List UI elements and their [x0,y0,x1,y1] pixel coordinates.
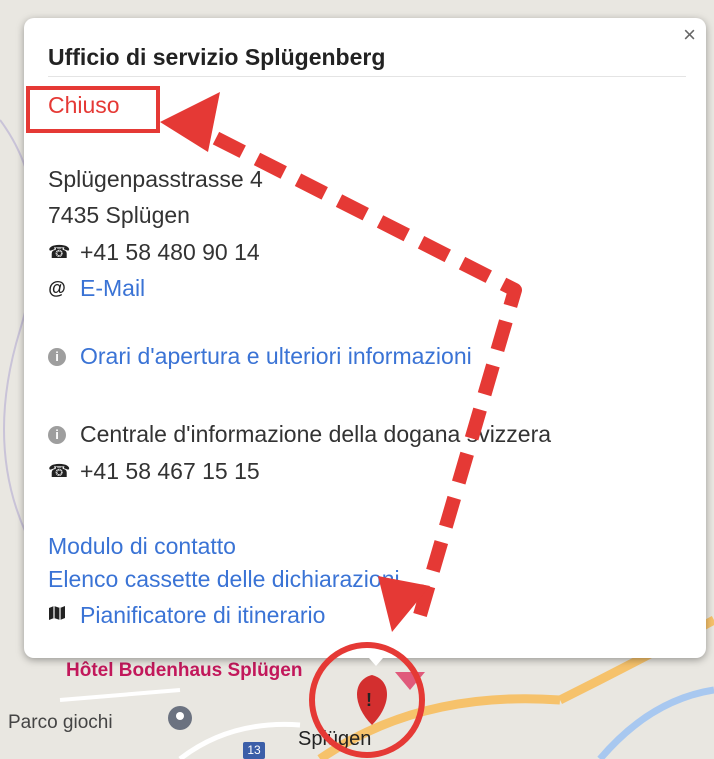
address-street: Splügenpasstrasse 4 [48,166,263,192]
title-divider [48,76,686,77]
contact-form-link[interactable]: Modulo di contatto [48,533,236,560]
close-icon[interactable]: × [683,22,696,48]
opening-hours-row: i Orari d'apertura e ulteriori informazi… [48,343,472,370]
park-pin-icon[interactable] [168,706,192,730]
road-number-badge: 13 [243,742,265,759]
customs-phone-number: +41 58 467 15 15 [80,458,260,484]
phone-icon: ☎ [48,242,71,262]
park-label[interactable]: Parco giochi [8,712,113,734]
popup-title: Ufficio di servizio Splügenberg [48,44,386,70]
opening-hours-link[interactable]: Orari d'apertura e ulteriori informazion… [80,343,472,370]
email-link[interactable]: E-Mail [80,275,145,302]
info-icon: i [48,425,66,444]
declaration-boxes-row: Elenco cassette delle dichiarazioni [48,566,400,593]
route-planner-link[interactable]: Pianificatore di itinerario [80,602,325,629]
contact-form-row: Modulo di contatto [48,533,236,560]
info-popup: × Ufficio di servizio Splügenberg Chiuso… [24,18,706,658]
declaration-boxes-link[interactable]: Elenco cassette delle dichiarazioni [48,566,400,593]
svg-text:!: ! [366,690,372,710]
popup-tail [362,650,390,666]
customs-info-text: Centrale d'informazione della dogana svi… [80,421,552,447]
hotel-label[interactable]: Hôtel Bodenhaus Splügen [66,660,302,682]
customs-info-row: i Centrale d'informazione della dogana s… [48,421,551,448]
map-icon [48,605,66,626]
info-icon: i [48,347,66,366]
address-city: 7435 Splügen [48,202,190,228]
town-label: Splügen [298,728,372,750]
phone-icon: ☎ [48,461,71,481]
customs-phone-row: ☎ +41 58 467 15 15 [48,458,260,485]
address-line-2: 7435 Splügen [48,202,190,229]
route-planner-row: Pianificatore di itinerario [48,602,325,629]
email-row: @ E-Mail [48,275,145,302]
address-line-1: Splügenpasstrasse 4 [48,166,263,193]
status-text: Chiuso [48,92,120,118]
phone-row: ☎ +41 58 480 90 14 [48,239,260,266]
phone-number: +41 58 480 90 14 [80,239,260,265]
email-icon: @ [48,278,66,298]
